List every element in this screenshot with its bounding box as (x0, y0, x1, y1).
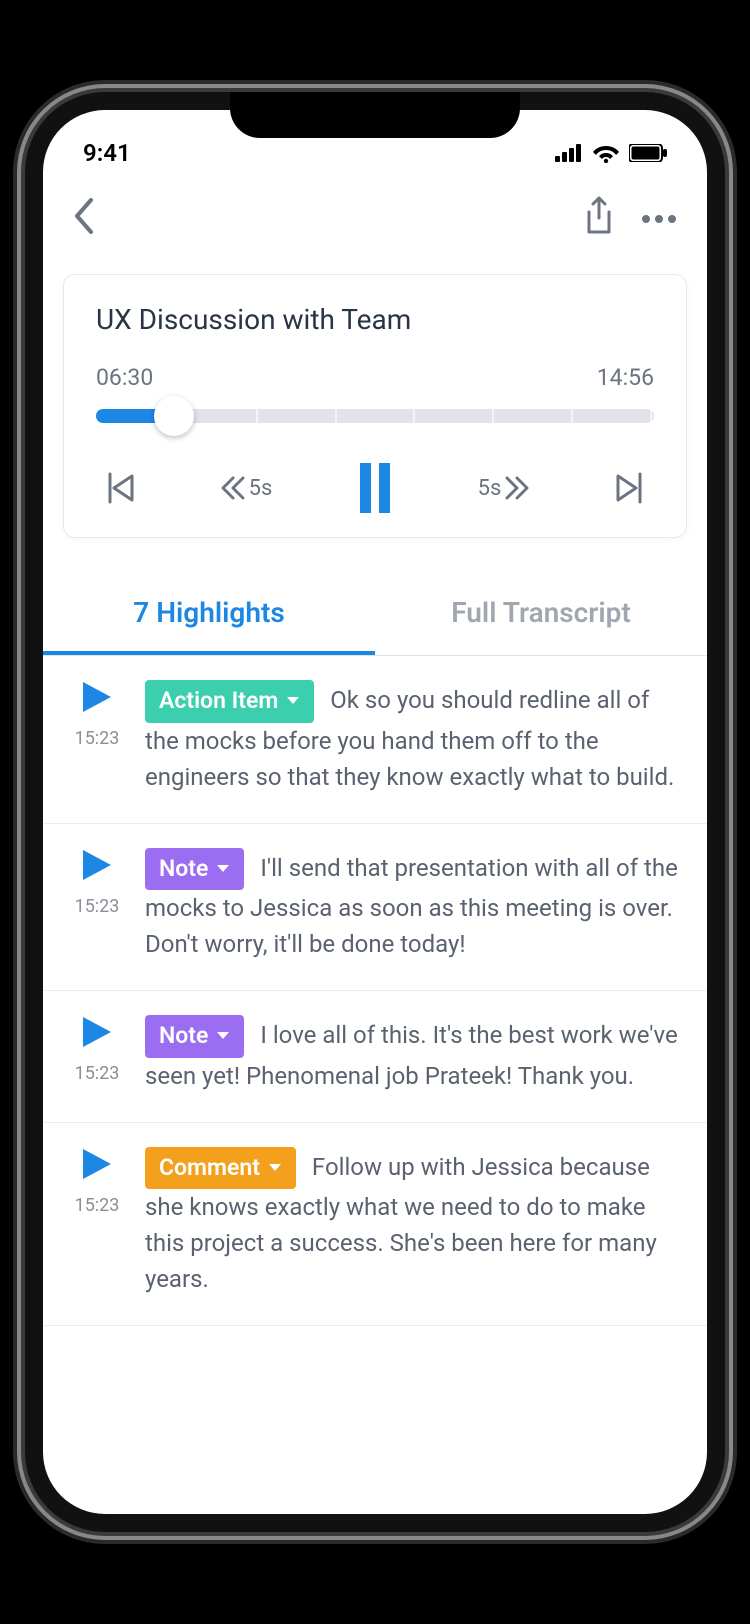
total-time: 14:56 (597, 364, 654, 391)
prev-track-button[interactable] (106, 472, 136, 504)
highlight-item: 15:23 Comment Follow up with Jessica bec… (43, 1123, 707, 1327)
item-body: Action Item Ok so you should redline all… (145, 680, 683, 795)
play-icon (81, 1015, 113, 1049)
player-card: UX Discussion with Team 06:30 14:56 5s (63, 274, 687, 538)
play-button[interactable] (81, 848, 113, 886)
tab-highlights[interactable]: 7 Highlights (43, 574, 375, 655)
item-left: 15:23 (67, 1147, 127, 1298)
next-track-button[interactable] (614, 472, 644, 504)
chevron-down-icon (216, 864, 230, 874)
highlight-item: 15:23 Note I love all of this. It's the … (43, 991, 707, 1123)
pause-icon (357, 463, 393, 513)
rewind-label: 5s (249, 476, 273, 501)
play-icon (81, 680, 113, 714)
share-button[interactable] (583, 196, 615, 240)
skip-next-icon (614, 472, 644, 504)
tabs: 7 Highlights Full Transcript (43, 574, 707, 656)
timestamp: 15:23 (75, 728, 120, 749)
tag-note[interactable]: Note (145, 848, 244, 891)
share-icon (583, 196, 615, 236)
tag-label: Action Item (159, 684, 278, 719)
progress-thumb[interactable] (154, 396, 194, 436)
rewind-icon (221, 476, 245, 500)
forward-icon (505, 476, 529, 500)
play-button[interactable] (81, 1147, 113, 1185)
cellular-icon (555, 144, 583, 162)
forward-5s-button[interactable]: 5s (478, 476, 530, 501)
tag-label: Comment (159, 1151, 260, 1186)
more-icon (641, 214, 677, 224)
tag-action[interactable]: Action Item (145, 680, 314, 723)
status-time: 9:41 (83, 139, 131, 167)
item-left: 15:23 (67, 1015, 127, 1094)
timestamp: 15:23 (75, 1195, 120, 1216)
item-body: Note I love all of this. It's the best w… (145, 1015, 683, 1094)
elapsed-time: 06:30 (96, 364, 153, 391)
highlight-item: 15:23 Action Item Ok so you should redli… (43, 656, 707, 824)
progress-bar[interactable] (96, 409, 654, 423)
play-button[interactable] (81, 680, 113, 718)
tag-note[interactable]: Note (145, 1015, 244, 1058)
chevron-left-icon (73, 198, 95, 234)
status-icons (555, 143, 667, 163)
player-controls: 5s 5s (96, 463, 654, 513)
back-button[interactable] (73, 198, 95, 238)
play-icon (81, 848, 113, 882)
tag-label: Note (159, 852, 208, 887)
battery-icon (629, 144, 667, 162)
tag-label: Note (159, 1019, 208, 1054)
timestamp: 15:23 (75, 1063, 120, 1084)
chevron-down-icon (268, 1163, 282, 1173)
tag-comment[interactable]: Comment (145, 1147, 296, 1190)
item-body: Note I'll send that presentation with al… (145, 848, 683, 963)
item-left: 15:23 (67, 848, 127, 963)
phone-frame: 9:41 UX Discussion with Team (25, 92, 725, 1532)
item-left: 15:23 (67, 680, 127, 795)
timestamp: 15:23 (75, 896, 120, 917)
tab-transcript[interactable]: Full Transcript (375, 574, 707, 655)
highlight-item: 15:23 Note I'll send that presentation w… (43, 824, 707, 992)
pause-button[interactable] (357, 463, 393, 513)
time-row: 06:30 14:56 (96, 364, 654, 391)
highlight-list[interactable]: 15:23 Action Item Ok so you should redli… (43, 656, 707, 1456)
chevron-down-icon (216, 1031, 230, 1041)
wifi-icon (593, 143, 619, 163)
play-icon (81, 1147, 113, 1181)
more-button[interactable] (641, 209, 677, 228)
chevron-down-icon (286, 696, 300, 706)
player-title: UX Discussion with Team (96, 303, 654, 336)
notch (230, 92, 520, 138)
rewind-5s-button[interactable]: 5s (221, 476, 273, 501)
skip-previous-icon (106, 472, 136, 504)
screen: 9:41 UX Discussion with Team (43, 110, 707, 1514)
item-body: Comment Follow up with Jessica because s… (145, 1147, 683, 1298)
nav-bar (43, 178, 707, 258)
forward-label: 5s (478, 476, 502, 501)
play-button[interactable] (81, 1015, 113, 1053)
